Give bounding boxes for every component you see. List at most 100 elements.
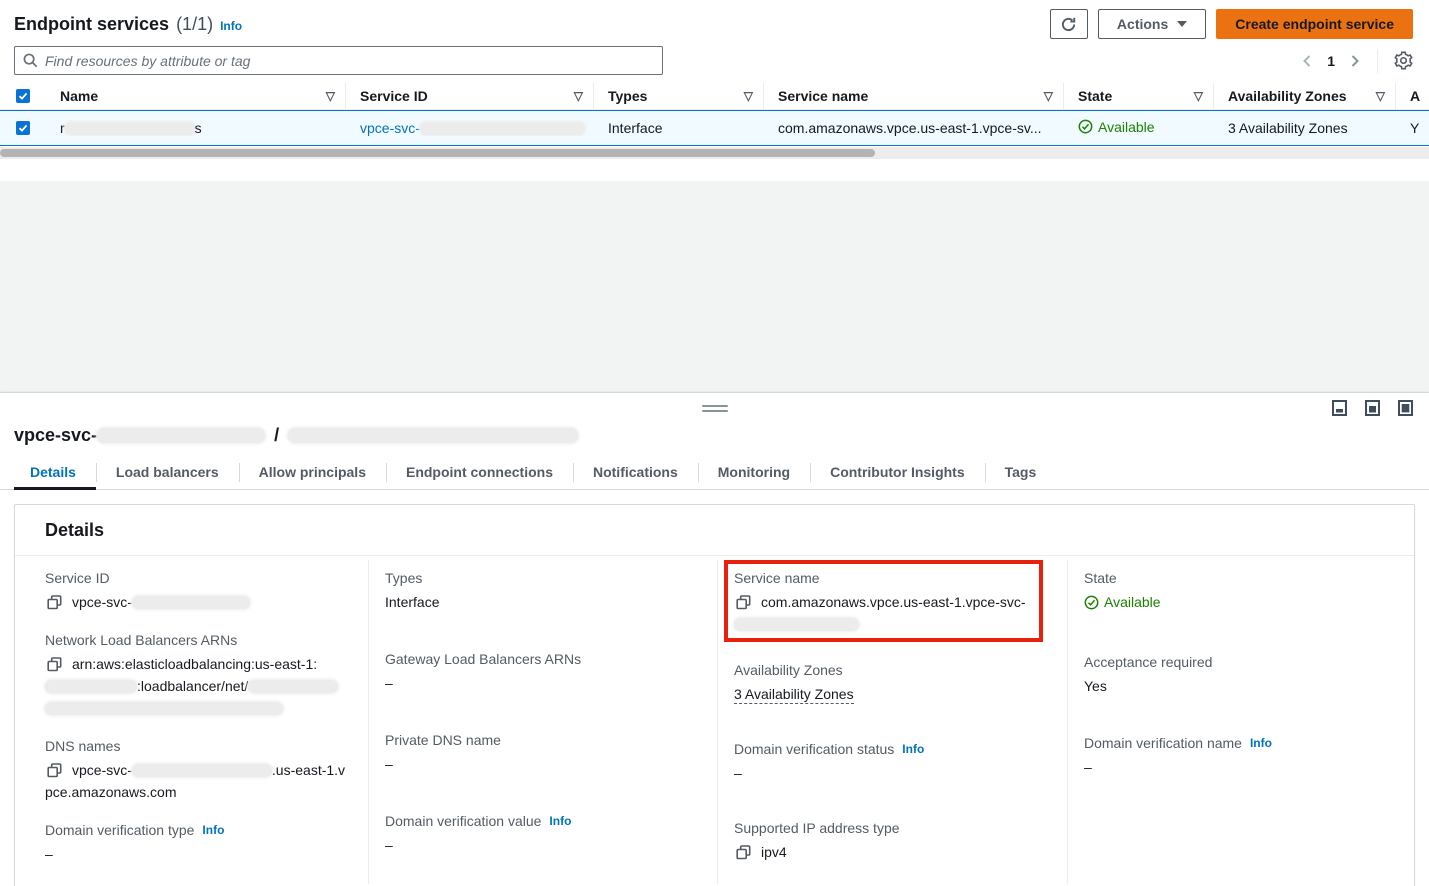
column-header-name[interactable]: Name ▽ <box>46 83 346 109</box>
cell-name-prefix: r <box>60 120 65 136</box>
dns-name-prefix: vpce-svc- <box>72 762 132 778</box>
row-select-cell <box>0 111 46 145</box>
copy-icon[interactable] <box>47 595 62 610</box>
nlb-arn-part1: arn:aws:elasticloadbalancing:us-east-1: <box>72 656 317 672</box>
tab-allow-principals[interactable]: Allow principals <box>239 458 386 489</box>
next-page-icon[interactable] <box>1349 54 1361 68</box>
details-heading: Details <box>45 520 1384 541</box>
preferences-gear-icon[interactable] <box>1394 51 1413 70</box>
filter-types-icon[interactable]: ▽ <box>744 89 753 103</box>
panel-title-separator: / <box>274 425 279 445</box>
field-domain-verification-status: Domain verification status Info – <box>734 741 1051 784</box>
service-id-link[interactable]: vpce-svc- <box>360 120 585 136</box>
copy-icon[interactable] <box>47 657 62 672</box>
panel-position-bottom-medium-icon[interactable] <box>1365 400 1380 416</box>
select-all-checkbox[interactable] <box>16 89 30 103</box>
service-name-value: com.amazonaws.vpce.us-east-1.vpce-svc- <box>761 594 1026 610</box>
redacted-title-id <box>97 428 265 443</box>
copy-icon[interactable] <box>736 595 751 610</box>
filter-service-id-icon[interactable]: ▽ <box>574 89 583 103</box>
horizontal-scrollbar[interactable] <box>0 147 1429 159</box>
details-column-2: Types Interface Gateway Load Balancers A… <box>368 560 717 884</box>
domain-verification-status-value: – <box>734 762 1051 784</box>
tab-monitoring[interactable]: Monitoring <box>698 458 810 489</box>
redacted-lb-name <box>248 680 338 693</box>
details-column-1: Service ID vpce-svc- Network Load Balanc… <box>15 560 368 884</box>
tab-contributor-insights[interactable]: Contributor Insights <box>810 458 985 489</box>
domain-verification-name-info-link[interactable]: Info <box>1250 736 1272 750</box>
row-checkbox[interactable] <box>16 121 30 135</box>
domain-verification-value-value: – <box>385 834 701 856</box>
copy-icon[interactable] <box>736 845 751 860</box>
refresh-button[interactable] <box>1050 9 1088 39</box>
actions-button[interactable]: Actions <box>1098 9 1206 39</box>
filter-name-icon[interactable]: ▽ <box>326 89 335 103</box>
domain-verification-type-info-link[interactable]: Info <box>202 823 224 837</box>
field-state: State Available <box>1084 570 1398 616</box>
filter-service-name-icon[interactable]: ▽ <box>1044 89 1053 103</box>
column-header-availability-zones[interactable]: Availability Zones ▽ <box>1214 83 1396 109</box>
panel-title-prefix: vpce-svc- <box>14 425 97 445</box>
panel-position-bottom-small-icon[interactable] <box>1332 400 1347 416</box>
gwlb-arns-label: Gateway Load Balancers ARNs <box>385 651 701 667</box>
field-types: Types Interface <box>385 570 701 613</box>
split-panel-drag-handle[interactable] <box>702 405 728 412</box>
available-status-icon <box>1084 595 1099 610</box>
supported-ip-label: Supported IP address type <box>734 820 1051 836</box>
panel-position-full-icon[interactable] <box>1398 400 1413 416</box>
details-column-3: Service name com.amazonaws.vpce.us-east-… <box>717 560 1067 884</box>
column-header-service-name[interactable]: Service name ▽ <box>764 83 1064 109</box>
column-header-types[interactable]: Types ▽ <box>594 83 764 109</box>
tab-details[interactable]: Details <box>14 458 96 489</box>
types-label: Types <box>385 570 701 586</box>
cell-availability-zones: 3 Availability Zones <box>1214 120 1396 136</box>
gwlb-arns-value: – <box>385 672 701 694</box>
column-header-service-id[interactable]: Service ID ▽ <box>346 83 594 109</box>
column-header-name-label: Name <box>60 88 98 104</box>
page-info-link[interactable]: Info <box>220 19 242 33</box>
column-header-state[interactable]: State ▽ <box>1064 83 1214 109</box>
details-column-4: State Available Acceptance required Yes <box>1067 560 1414 884</box>
domain-verification-status-info-link[interactable]: Info <box>902 742 924 756</box>
column-header-acceptance[interactable]: A <box>1396 83 1429 109</box>
search-input[interactable] <box>45 53 654 69</box>
domain-verification-value-info-link[interactable]: Info <box>549 814 571 828</box>
table-header-row: Name ▽ Service ID ▽ Types ▽ Service name… <box>0 83 1429 110</box>
previous-page-icon[interactable] <box>1301 54 1313 68</box>
field-service-name: Service name com.amazonaws.vpce.us-east-… <box>734 570 1051 635</box>
tab-notifications[interactable]: Notifications <box>573 458 698 489</box>
redacted-dns <box>132 764 272 777</box>
toolbar-divider <box>1377 49 1378 73</box>
tab-endpoint-connections[interactable]: Endpoint connections <box>386 458 573 489</box>
page-number[interactable]: 1 <box>1323 53 1339 69</box>
create-endpoint-service-button[interactable]: Create endpoint service <box>1216 9 1413 39</box>
nlb-arn-part2: :loadbalancer/net/ <box>137 678 248 694</box>
table-row[interactable]: rs vpce-svc- Interface com.amazonaws.vpc… <box>0 110 1429 146</box>
dns-names-label: DNS names <box>45 738 352 754</box>
acceptance-required-label: Acceptance required <box>1084 654 1398 670</box>
field-gwlb-arns: Gateway Load Balancers ARNs – <box>385 651 701 694</box>
scrollbar-thumb[interactable] <box>0 149 875 157</box>
supported-ip-value: ipv4 <box>761 844 787 860</box>
cell-name-suffix: s <box>195 120 202 136</box>
availability-zones-popover[interactable]: 3 Availability Zones <box>734 686 854 704</box>
types-value: Interface <box>385 591 701 613</box>
endpoint-services-pane: Endpoint services (1/1) Info Actions Cre… <box>0 0 1429 181</box>
tab-tags[interactable]: Tags <box>985 458 1057 489</box>
filter-state-icon[interactable]: ▽ <box>1194 89 1203 103</box>
domain-verification-status-label: Domain verification status <box>734 741 894 757</box>
tab-load-balancers[interactable]: Load balancers <box>96 458 239 489</box>
search-box[interactable] <box>14 46 663 75</box>
cell-name: rs <box>46 120 346 136</box>
filter-availability-zones-icon[interactable]: ▽ <box>1376 89 1385 103</box>
private-dns-name-label: Private DNS name <box>385 732 701 748</box>
cell-acceptance: Y <box>1396 120 1429 136</box>
column-header-service-id-label: Service ID <box>360 88 428 104</box>
copy-icon[interactable] <box>47 763 62 778</box>
service-name-label: Service name <box>734 570 1051 586</box>
availability-zones-popover[interactable]: 3 Availability Zones <box>1228 120 1348 136</box>
column-header-availability-zones-label: Availability Zones <box>1228 88 1347 104</box>
availability-zones-label: Availability Zones <box>734 662 1051 678</box>
field-domain-verification-value: Domain verification value Info – <box>385 813 701 856</box>
domain-verification-type-value: – <box>45 843 352 865</box>
